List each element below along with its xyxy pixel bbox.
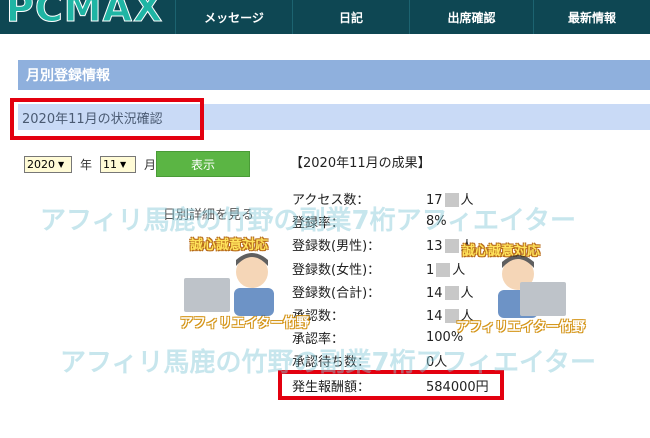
month-label: 月 — [144, 157, 157, 172]
show-button[interactable]: 表示 — [156, 151, 250, 177]
main-nav: メッセージ 日記 出席確認 最新情報 — [175, 0, 650, 34]
month-selector: 2020 ▼ 年 11 ▼ 月 — [24, 152, 164, 176]
result-label: 登録数(合計)： — [292, 285, 381, 301]
result-label: 登録数(女性)： — [292, 262, 381, 278]
watermark-text: アフィリ馬鹿の竹野の副業7桁アフィエイター — [40, 206, 577, 236]
redaction-blur — [444, 286, 459, 300]
section-title: 月別登録情報 — [18, 60, 650, 90]
year-label: 年 — [80, 157, 93, 172]
highlight-box-subtitle — [10, 98, 204, 140]
top-header: PCMAX メッセージ 日記 出席確認 最新情報 — [0, 0, 650, 34]
results-title: 【2020年11月の成果】 — [290, 156, 431, 171]
redaction-blur — [436, 263, 451, 277]
logo-text: PCMAX — [5, 0, 164, 31]
nav-item-diary[interactable]: 日記 — [292, 0, 409, 34]
result-label: 登録数(男性)： — [292, 238, 381, 254]
chevron-down-icon: ▼ — [58, 159, 65, 169]
watermark-text: アフィリ馬鹿の竹野の副業7桁アフィエイター — [60, 348, 597, 378]
result-label: 承認数： — [292, 308, 345, 324]
pcmax-logo[interactable]: PCMAX — [0, 0, 175, 34]
year-select[interactable]: 2020 ▼ — [24, 155, 72, 173]
nav-item-attendance[interactable]: 出席確認 — [409, 0, 533, 34]
month-select[interactable]: 11 ▼ — [100, 155, 137, 173]
nav-item-news[interactable]: 最新情報 — [533, 0, 650, 34]
redaction-blur — [444, 239, 459, 253]
nav-item-messages[interactable]: メッセージ — [175, 0, 292, 34]
year-select-value: 2020 — [27, 157, 55, 171]
month-select-value: 11 — [103, 157, 118, 171]
chevron-down-icon: ▼ — [120, 159, 127, 169]
mascot-laptop-icon — [498, 255, 566, 318]
mascot-laptop-icon — [184, 253, 274, 316]
